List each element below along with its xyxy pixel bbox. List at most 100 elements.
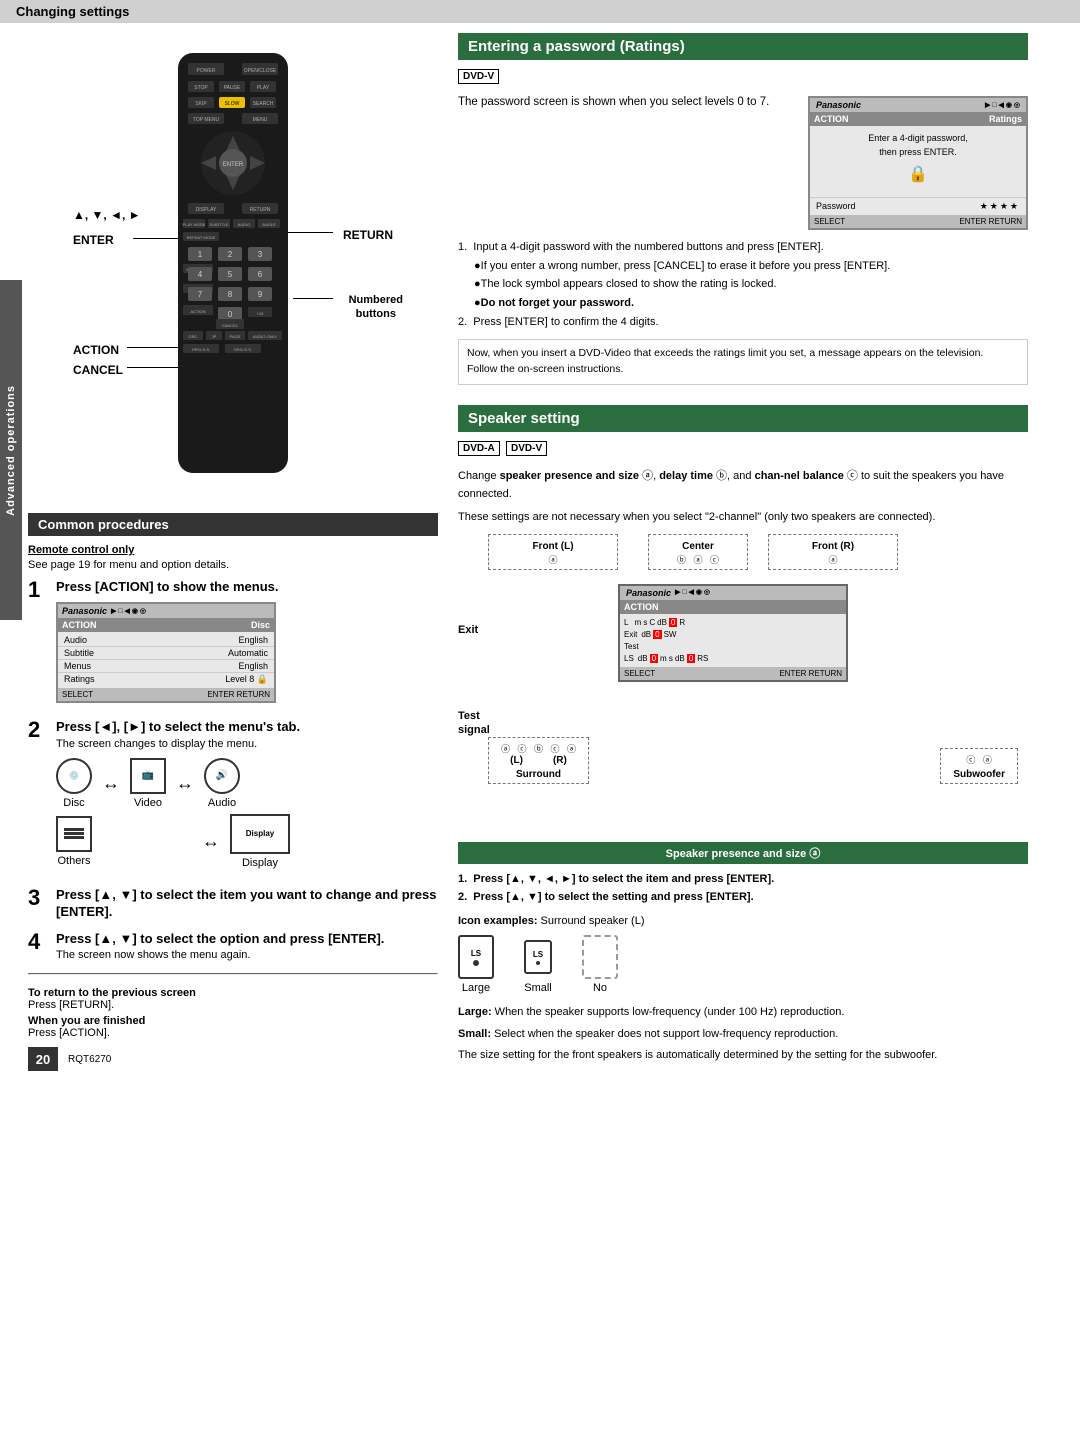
speaker-intro: Change speaker presence and size ⓐ, dela… xyxy=(458,468,1028,503)
svg-text:PLAY: PLAY xyxy=(257,85,270,91)
svg-text:ACTION: ACTION xyxy=(190,309,205,314)
speaker-section: Speaker setting DVD-A DVD-V Change speak… xyxy=(458,405,1028,1065)
svg-text:PAUSE: PAUSE xyxy=(224,85,241,91)
footer-area: To return to the previous screen Press [… xyxy=(28,987,438,1039)
step-4-num: 4 xyxy=(28,931,48,953)
password-header: Entering a password (Ratings) xyxy=(458,33,1028,60)
remote-illustration: ▲, ▼, ◄, ► ENTER ACTION CANCEL RETURN Nu… xyxy=(53,33,413,513)
svg-text:AUDIO ONLY: AUDIO ONLY xyxy=(253,334,278,339)
speaker-press-steps: 1. Press [▲, ▼, ◄, ►] to select the item… xyxy=(458,870,1028,907)
screen-action: ACTION xyxy=(62,620,97,630)
svg-text:3: 3 xyxy=(258,250,263,259)
right-column: Entering a password (Ratings) DVD-V The … xyxy=(458,33,1028,1071)
svg-text:STOP: STOP xyxy=(194,85,208,91)
dvd-v-badge-speaker: DVD-V xyxy=(506,441,547,456)
icon-examples-row: LS Large LS Small No xyxy=(458,935,1028,994)
when-finished-text: Press [ACTION]. xyxy=(28,1027,110,1039)
page-number: 20 xyxy=(28,1047,58,1071)
svg-text:POWER: POWER xyxy=(197,68,216,74)
icon-large: LS Large xyxy=(458,935,494,994)
svg-text:DISPLAY: DISPLAY xyxy=(196,207,217,213)
svg-text:ENTER: ENTER xyxy=(223,162,244,168)
svg-text:8: 8 xyxy=(228,290,233,299)
step-2-sub: The screen changes to display the menu. xyxy=(56,738,300,750)
step-3-text: Press [▲, ▼] to select the item you want… xyxy=(56,887,438,921)
password-intro: The password screen is shown when you se… xyxy=(458,96,769,108)
svg-text:JP: JP xyxy=(212,334,217,339)
test-signal-label: Testsignal xyxy=(458,709,490,738)
step-4-text: Press [▲, ▼] to select the option and pr… xyxy=(56,931,384,948)
speaker-descriptions: Large: When the speaker supports low-fre… xyxy=(458,1004,1028,1065)
action-label: ACTION xyxy=(73,343,119,357)
step-2: 2 Press [◄], [►] to select the menu's ta… xyxy=(28,719,438,877)
svg-text:ANGLE: ANGLE xyxy=(262,222,276,227)
arrows-label: ▲, ▼, ◄, ► xyxy=(73,208,141,222)
model-number: RQT6270 xyxy=(68,1054,111,1065)
svg-text:SLOW: SLOW xyxy=(225,101,240,107)
return-label: RETURN xyxy=(343,228,393,242)
password-steps: 1. Input a 4-digit password with the num… xyxy=(458,238,1028,331)
icon-examples-label: Icon examples: Surround speaker (L) xyxy=(458,915,1028,927)
password-intro-row: The password screen is shown when you se… xyxy=(458,96,1028,230)
left-column: ▲, ▼, ◄, ► ENTER ACTION CANCEL RETURN Nu… xyxy=(28,33,438,1071)
speaker-presence-bar: Speaker presence and size ⓐ xyxy=(458,842,1028,864)
remote-only-label: Remote control only xyxy=(28,544,438,556)
step-1: 1 Press [ACTION] to show the menus. Pana… xyxy=(28,579,438,709)
svg-text:SKIP: SKIP xyxy=(195,101,207,107)
when-finished-label: When you are finished xyxy=(28,1015,145,1027)
speaker-header: Speaker setting xyxy=(458,405,1028,432)
step-2-num: 2 xyxy=(28,719,48,741)
common-procedures-header: Common procedures xyxy=(28,513,438,536)
remote-body: POWER OPEN/CLOSE STOP PAUSE PLAY SKIP SL… xyxy=(158,43,308,486)
svg-text:CANCEL: CANCEL xyxy=(222,323,239,328)
to-return-text: Press [RETURN]. xyxy=(28,999,114,1011)
step-2-text: Press [◄], [►] to select the menu's tab. xyxy=(56,719,300,736)
dvd-a-badge: DVD-A xyxy=(458,441,500,456)
icon-no: No xyxy=(582,935,618,994)
side-tab-label: Advanced operations xyxy=(5,385,17,516)
svg-text:GRC: GRC xyxy=(189,334,198,339)
step-4-sub: The screen now shows the menu again. xyxy=(56,949,384,961)
speaker-note2: These settings are not necessary when yo… xyxy=(458,509,1028,526)
svg-text:SUBTITLE: SUBTITLE xyxy=(209,222,228,227)
subwoofer-label: ⓒ ⓐ Subwoofer xyxy=(940,748,1018,784)
page-footer: 20 RQT6270 xyxy=(28,1047,438,1071)
svg-text:6: 6 xyxy=(258,270,263,279)
svg-text:+10: +10 xyxy=(257,311,265,316)
step-1-text: Press [ACTION] to show the menus. xyxy=(56,579,278,596)
svg-text:2: 2 xyxy=(228,250,233,259)
icon-small: LS Small xyxy=(524,940,552,994)
step1-screen: Panasonic ▶ □ ◀ ◉ ◎ ACTION Disc AudioEng… xyxy=(56,602,278,703)
password-section: Entering a password (Ratings) DVD-V The … xyxy=(458,33,1028,385)
svg-text:1: 1 xyxy=(198,250,203,259)
surround-label: ⓐ ⓒ ⓑ ⓒ ⓐ (L) (R) Surround xyxy=(488,737,589,784)
svg-text:9: 9 xyxy=(258,290,263,299)
svg-text:MENU: MENU xyxy=(253,117,268,123)
password-screen-mock: Panasonic ▶ □ ◀ ◉ ◎ ACTION Ratings Enter… xyxy=(808,96,1028,230)
to-return-label: To return to the previous screen xyxy=(28,987,196,999)
svg-text:REPEAT MODE: REPEAT MODE xyxy=(187,235,216,240)
svg-text:PAGE: PAGE xyxy=(230,334,241,339)
exit-label: Exit xyxy=(458,624,478,636)
svg-text:AUDIO: AUDIO xyxy=(238,222,251,227)
svg-text:0: 0 xyxy=(228,310,233,319)
svg-text:SP/U.S.S.: SP/U.S.S. xyxy=(234,347,252,352)
numbered-label: Numberedbuttons xyxy=(349,293,403,322)
remote-only-text: See page 19 for menu and option details. xyxy=(28,559,438,571)
screen-panasonic: Panasonic xyxy=(62,606,107,616)
svg-text:HP/U.S.S.: HP/U.S.S. xyxy=(192,347,210,352)
svg-text:4: 4 xyxy=(198,270,203,279)
step-3-num: 3 xyxy=(28,887,48,909)
nav-icons: 💿 Disc ↔ 📺 Video ↔ xyxy=(56,758,300,869)
step-3: 3 Press [▲, ▼] to select the item you wa… xyxy=(28,887,438,921)
svg-text:OPEN/CLOSE: OPEN/CLOSE xyxy=(244,68,277,74)
svg-text:RETURN: RETURN xyxy=(250,207,271,213)
speaker-screen-mock: Panasonic ▶ □ ◀ ◉ ◎ ACTION L m s C dB xyxy=(618,584,848,682)
page-header: Changing settings xyxy=(0,0,1080,23)
header-title: Changing settings xyxy=(16,4,129,19)
svg-text:TOP MENU: TOP MENU xyxy=(193,117,220,123)
speaker-diagram: Front (L) ⓐ Center ⓑ ⓐ ⓒ Front (R) ⓐ Pan… xyxy=(458,534,1028,834)
svg-text:7: 7 xyxy=(198,290,203,299)
svg-text:5: 5 xyxy=(228,270,233,279)
side-tab: Advanced operations xyxy=(0,280,22,620)
